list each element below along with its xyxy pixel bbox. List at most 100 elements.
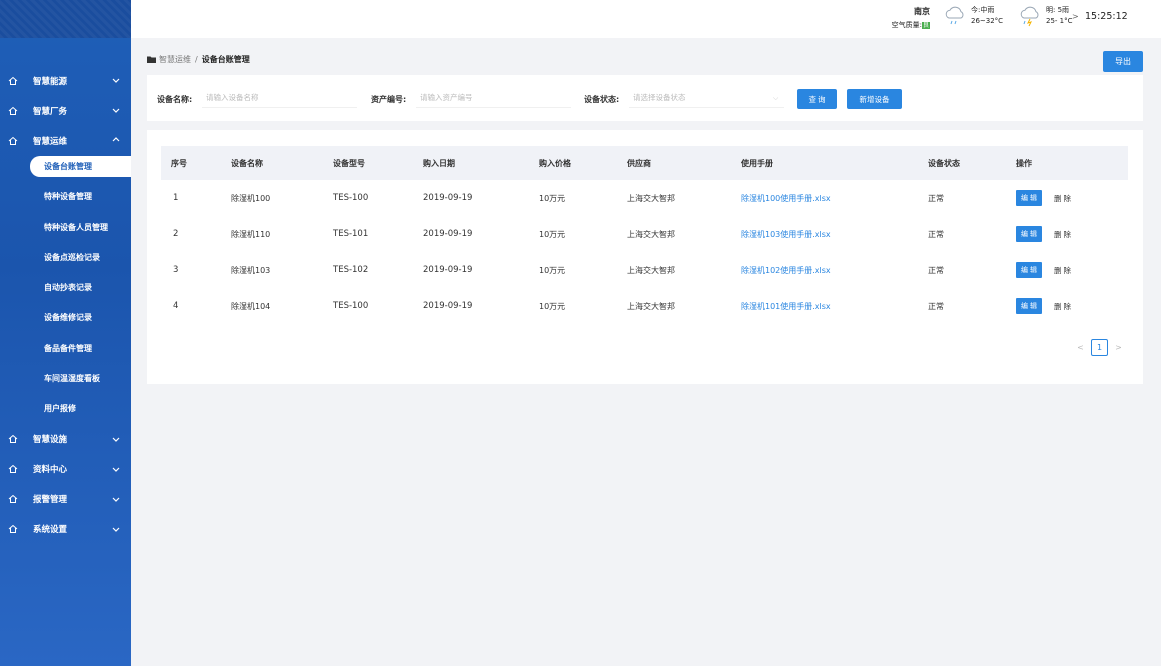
device-status-select[interactable]: 请选择设备状态: [629, 88, 784, 108]
cell-actions: 编 辑 删 除: [1016, 288, 1071, 324]
cloud-rain-icon: [945, 6, 964, 25]
edit-button[interactable]: 编 辑: [1016, 262, 1042, 278]
sidebar-item-smart-facilities[interactable]: 智慧设施: [0, 429, 131, 450]
col-model: 设备型号: [333, 158, 365, 168]
sidebar-item-smart-factory[interactable]: 智慧厂务: [0, 100, 131, 121]
chevron-down-icon: ⌵: [773, 94, 779, 102]
sidebar-item-label: 资料中心: [33, 465, 68, 476]
sidebar-item-system-settings[interactable]: 系统设置: [0, 519, 131, 540]
cell-no: 3: [173, 265, 179, 275]
cell-date: 2019-09-19: [423, 193, 473, 203]
edit-button[interactable]: 编 辑: [1016, 226, 1042, 242]
cell-no: 1: [173, 193, 179, 203]
manual-link[interactable]: 除湿机103使用手册.xlsx: [741, 216, 831, 252]
filter-panel: 设备名称: 请输入设备名称 资产编号: 请输入资产编号 设备状态: 请选择设备状…: [147, 75, 1143, 121]
manual-link[interactable]: 除湿机102使用手册.xlsx: [741, 252, 831, 288]
clock: 15:25:12: [1085, 11, 1128, 22]
edit-button[interactable]: 编 辑: [1016, 190, 1042, 206]
asset-no-input[interactable]: 请输入资产编号: [416, 88, 571, 108]
breadcrumb-item-ops[interactable]: 智慧运维: [159, 54, 191, 65]
sidebar-subitem-spare-parts[interactable]: 备品备件管理: [0, 338, 131, 359]
col-status: 设备状态: [928, 158, 960, 168]
top-bar: 南京 空气质量:良 今:中雨 26~32°C 明: 5雨 25- 1°C > 1…: [131, 0, 1161, 38]
cell-status: 正常: [928, 301, 944, 311]
next-page-button[interactable]: >: [1110, 339, 1127, 356]
edit-button[interactable]: 编 辑: [1016, 298, 1042, 314]
breadcrumb-separator: /: [195, 55, 198, 64]
sidebar-item-label: 智慧运维: [33, 136, 68, 147]
cell-actions: 编 辑 删 除: [1016, 252, 1071, 288]
col-name: 设备名称: [231, 158, 263, 168]
cell-model: TES-101: [333, 229, 369, 239]
chevron-up-icon: [112, 137, 120, 142]
sidebar-item-label: 智慧设施: [33, 435, 68, 446]
delete-button[interactable]: 删 除: [1054, 301, 1071, 312]
cell-no: 2: [173, 229, 179, 239]
query-button[interactable]: 查 询: [797, 89, 837, 109]
delete-button[interactable]: 删 除: [1054, 229, 1071, 240]
sidebar-subitem-maintenance-records[interactable]: 设备维修记录: [0, 307, 131, 328]
delete-button[interactable]: 删 除: [1054, 193, 1071, 204]
col-no: 序号: [171, 158, 187, 168]
chevron-right-icon[interactable]: >: [1072, 12, 1079, 21]
sidebar-item-label: 报警管理: [33, 495, 68, 506]
air-quality-label: 空气质量:: [891, 21, 922, 29]
cloud-thunder-icon: [1020, 6, 1039, 27]
sidebar-subitem-meter-reading[interactable]: 自动抄表记录: [0, 277, 131, 298]
sidebar-subitem-special-equipment[interactable]: 特种设备管理: [0, 186, 131, 207]
sidebar-menu: 智慧能源 智慧厂务 智慧运维 设备台账管理 特种设备管理 特种设备人员管理 设备…: [0, 70, 131, 549]
delete-button[interactable]: 删 除: [1054, 265, 1071, 276]
asset-no-label: 资产编号:: [371, 95, 407, 104]
sidebar-item-docs-center[interactable]: 资料中心: [0, 459, 131, 480]
sidebar-subitem-equipment-ledger[interactable]: 设备台账管理: [30, 156, 131, 177]
sidebar-item-label: 智慧能源: [33, 76, 68, 87]
cell-supplier: 上海交大智邦: [627, 229, 675, 239]
cell-price: 10万元: [539, 265, 566, 275]
sidebar-item-smart-ops[interactable]: 智慧运维: [0, 130, 131, 151]
equipment-table: 序号 设备名称 设备型号 购入日期 购入价格 供应商 使用手册 设备状态 操作 …: [161, 146, 1128, 324]
weather-tomorrow-text: 明: 5雨 25- 1°C: [1046, 5, 1073, 27]
col-manual: 使用手册: [741, 158, 773, 168]
chevron-down-icon: [112, 467, 120, 472]
cell-status: 正常: [928, 193, 944, 203]
cell-no: 4: [173, 301, 179, 311]
air-quality-badge: 良: [922, 21, 930, 29]
sidebar-item-smart-energy[interactable]: 智慧能源: [0, 70, 131, 91]
weather-today-temp: 26~32°C: [971, 17, 1004, 25]
table-row: 2 除湿机110 TES-101 2019-09-19 10万元 上海交大智邦 …: [161, 216, 1128, 252]
cell-date: 2019-09-19: [423, 301, 473, 311]
col-supplier: 供应商: [627, 158, 651, 168]
sidebar-item-label: 系统设置: [33, 525, 68, 536]
chevron-down-icon: [112, 527, 120, 532]
device-name-input[interactable]: 请输入设备名称: [202, 88, 357, 108]
chevron-down-icon: [112, 108, 120, 113]
manual-link[interactable]: 除湿机101使用手册.xlsx: [741, 288, 831, 324]
add-device-button[interactable]: 新增设备: [847, 89, 902, 109]
page-1-button[interactable]: 1: [1091, 339, 1108, 356]
sidebar-subitem-user-repair[interactable]: 用户报修: [0, 398, 131, 419]
city-name: 南京: [914, 7, 930, 16]
table-row: 3 除湿机103 TES-102 2019-09-19 10万元 上海交大智邦 …: [161, 252, 1128, 288]
col-date: 购入日期: [423, 158, 455, 168]
prev-page-button[interactable]: <: [1072, 339, 1089, 356]
breadcrumb-current: 设备台账管理: [201, 55, 250, 64]
manual-link[interactable]: 除湿机100使用手册.xlsx: [741, 180, 831, 216]
cell-name: 除湿机110: [231, 229, 271, 239]
sidebar-subitem-inspection-records[interactable]: 设备点巡检记录: [0, 247, 131, 268]
sidebar-item-label: 智慧厂务: [33, 106, 68, 117]
cell-actions: 编 辑 删 除: [1016, 216, 1071, 252]
sidebar-item-alarm-mgmt[interactable]: 报警管理: [0, 489, 131, 510]
breadcrumb: 智慧运维 / 设备台账管理: [147, 54, 250, 65]
cell-name: 除湿机103: [231, 265, 271, 275]
cell-supplier: 上海交大智邦: [627, 265, 675, 275]
cell-price: 10万元: [539, 229, 566, 239]
home-icon: [8, 494, 18, 504]
export-button[interactable]: 导出: [1103, 51, 1143, 72]
sidebar-subitem-special-equipment-staff[interactable]: 特种设备人员管理: [0, 217, 131, 238]
cell-status: 正常: [928, 229, 944, 239]
chevron-down-icon: [112, 497, 120, 502]
sidebar-subitem-temp-humidity-board[interactable]: 车间温湿度看板: [0, 368, 131, 389]
chevron-down-icon: [112, 437, 120, 442]
cell-name: 除湿机104: [231, 301, 271, 311]
weather-tomorrow: 明: 5雨 25- 1°C: [1018, 5, 1073, 27]
